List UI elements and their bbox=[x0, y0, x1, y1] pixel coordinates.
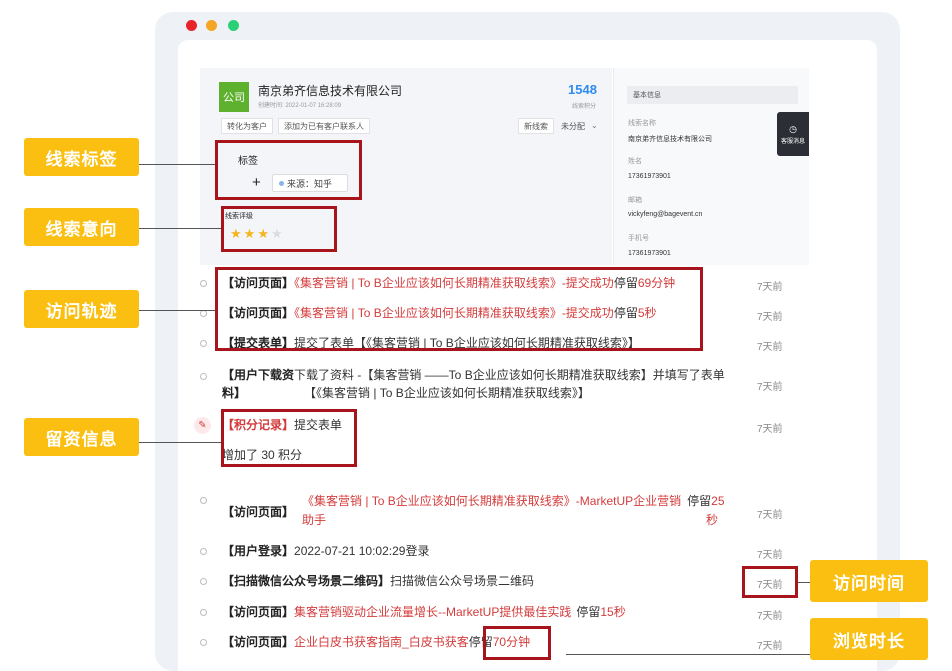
event-time: 7天前 bbox=[757, 312, 783, 323]
leader-line bbox=[139, 164, 215, 165]
stay-text: 停留 bbox=[687, 494, 712, 508]
event-text: 【《集客营销 | To B企业应该如何长期精准获取线索》】 bbox=[304, 386, 590, 400]
callout-visit-track: 访问轨迹 bbox=[24, 290, 139, 328]
service-label: 客服消息 bbox=[780, 138, 805, 145]
timeline-row: 【访问页面】集客营销驱动企业流量增长--MarketUP提供最佳实践 停留15秒 bbox=[222, 605, 626, 620]
add-as-contact-button[interactable]: 添加为已有客户联系人 bbox=[278, 118, 370, 134]
callout-browse-duration: 浏览时长 bbox=[810, 618, 928, 660]
callout-lead-info: 留资信息 bbox=[24, 418, 139, 456]
timeline-dot bbox=[200, 609, 207, 616]
timeline-dot bbox=[200, 548, 207, 555]
page-link[interactable]: 《集客营销 | To B企业应该如何长期精准获取线索》-MarketUP企业营销 bbox=[302, 494, 681, 508]
duration-highlight-box bbox=[483, 626, 551, 660]
timeline-row-continued: 料】 【《集客营销 | To B企业应该如何长期精准获取线索》】 bbox=[222, 386, 590, 401]
event-type: 料】 bbox=[222, 386, 247, 400]
info-value: 17361973901 bbox=[628, 173, 671, 180]
info-value: 17361973901 bbox=[628, 250, 671, 257]
event-time: 7天前 bbox=[757, 282, 783, 293]
event-time: 7天前 bbox=[757, 611, 783, 622]
timeline-row: 【扫描微信公众号场景二维码】扫描微信公众号场景二维码 bbox=[222, 574, 534, 589]
event-text: 下载了资料 -【集客营销 ——To B企业应该如何长期精准获取线索】并填写了表单 bbox=[294, 368, 725, 382]
info-label: 手机号 bbox=[628, 235, 649, 242]
company-name: 南京弟齐信息技术有限公司 bbox=[258, 84, 403, 98]
info-value: 南京弟齐信息技术有限公司 bbox=[628, 136, 712, 143]
window-maximize-button[interactable] bbox=[228, 20, 239, 31]
event-type: 【访问页面】 bbox=[222, 605, 295, 619]
timeline-dot bbox=[200, 639, 207, 646]
lead-score-label: 线索积分 bbox=[572, 104, 597, 110]
timeline-row: 【用户登录】2022-07-21 10:02:29登录 bbox=[222, 544, 429, 559]
lead-info-highlight-box bbox=[221, 409, 357, 467]
event-type: 【用户下载资 bbox=[222, 368, 295, 382]
convert-to-customer-button[interactable]: 转化为客户 bbox=[221, 118, 273, 134]
chat-icon: ◷ bbox=[789, 123, 797, 134]
window-minimize-button[interactable] bbox=[206, 20, 217, 31]
create-time: 创建时间: 2022-01-07 16:28:09 bbox=[258, 103, 342, 109]
tags-highlight-box bbox=[215, 140, 362, 200]
visit-track-highlight-box bbox=[215, 267, 703, 351]
event-time: 7天前 bbox=[757, 382, 783, 393]
event-text: 2022-07-21 10:02:29登录 bbox=[294, 544, 430, 558]
event-time: 7天前 bbox=[757, 510, 783, 521]
status-dropdown[interactable]: 未分配 bbox=[561, 121, 585, 132]
page-link[interactable]: 企业白皮书获客指南_白皮书获客 bbox=[294, 635, 469, 649]
info-label: 邮箱 bbox=[628, 197, 642, 204]
stay-duration: 秒 bbox=[706, 513, 719, 527]
basic-info-header: 基本信息 bbox=[627, 86, 798, 104]
lead-score: 1548 bbox=[568, 82, 597, 97]
page-link[interactable]: 集客营销驱动企业流量增长--MarketUP提供最佳实践 bbox=[294, 605, 571, 619]
timeline-row: 《集客营销 | To B企业应该如何长期精准获取线索》-MarketUP企业营销… bbox=[222, 494, 725, 509]
info-label: 姓名 bbox=[628, 158, 642, 165]
timeline-row-continued: 助手 秒 bbox=[222, 513, 718, 528]
leader-line bbox=[139, 228, 221, 229]
info-value: vickyfeng@bagevent.cn bbox=[628, 211, 703, 218]
event-type: 【扫描微信公众号场景二维码】 bbox=[222, 574, 391, 588]
leader-line bbox=[139, 310, 215, 311]
timeline-dot bbox=[200, 578, 207, 585]
event-time: 7天前 bbox=[757, 641, 783, 652]
leader-line bbox=[566, 654, 810, 655]
timeline-dot bbox=[200, 310, 207, 317]
event-time: 7天前 bbox=[757, 342, 783, 353]
rating-highlight-box bbox=[221, 206, 337, 252]
timeline-dot bbox=[200, 497, 207, 504]
callout-visit-time: 访问时间 bbox=[810, 560, 928, 602]
timeline-row: 【用户下载资下载了资料 -【集客营销 ——To B企业应该如何长期精准获取线索】… bbox=[222, 368, 725, 383]
customer-service-button[interactable]: ◷ 客服消息 bbox=[777, 112, 809, 156]
event-type: 【用户登录】 bbox=[222, 544, 295, 558]
stay-duration: 25 bbox=[711, 494, 725, 508]
company-logo: 公司 bbox=[219, 82, 249, 112]
leader-line bbox=[139, 442, 221, 443]
callout-lead-intent: 线索意向 bbox=[24, 208, 139, 246]
timeline-dot bbox=[200, 340, 207, 347]
new-lead-button[interactable]: 新线索 bbox=[518, 118, 554, 134]
event-text: 扫描微信公众号场景二维码 bbox=[390, 574, 535, 588]
pencil-icon: ✎ bbox=[194, 417, 211, 434]
stay-duration: 15秒 bbox=[600, 605, 626, 619]
timeline-dot bbox=[200, 280, 207, 287]
leader-line bbox=[798, 582, 810, 583]
event-type: 【访问页面】 bbox=[222, 635, 295, 649]
visit-time-highlight-box bbox=[742, 566, 798, 598]
page-link[interactable]: 助手 bbox=[302, 513, 326, 527]
timeline-dot bbox=[200, 373, 207, 380]
info-label: 线索名称 bbox=[628, 120, 656, 127]
stay-text: 停留 bbox=[576, 605, 601, 619]
window-close-button[interactable] bbox=[186, 20, 197, 31]
event-time: 7天前 bbox=[757, 550, 783, 561]
callout-lead-tags: 线索标签 bbox=[24, 138, 139, 176]
event-time: 7天前 bbox=[757, 424, 783, 435]
chevron-down-icon: ⌄ bbox=[591, 121, 598, 130]
